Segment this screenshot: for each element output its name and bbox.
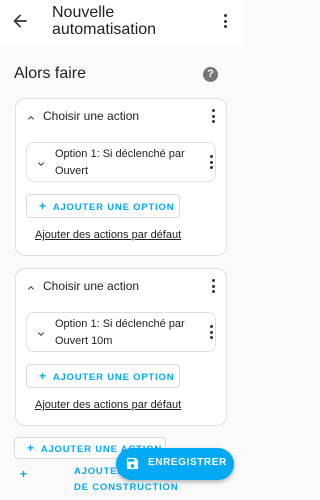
option-menu-icon[interactable] bbox=[205, 153, 217, 171]
chevron-up-icon[interactable] bbox=[25, 281, 37, 293]
plus-icon: + bbox=[39, 369, 47, 383]
back-arrow-icon[interactable] bbox=[10, 11, 30, 31]
plus-icon: + bbox=[20, 467, 28, 481]
chevron-down-icon[interactable] bbox=[35, 157, 47, 169]
content-save-icon bbox=[125, 456, 140, 471]
choose-action-card: Choisir une action Option 1: Si déclench… bbox=[15, 268, 227, 426]
card-title: Choisir une action bbox=[43, 279, 140, 293]
chevron-up-icon[interactable] bbox=[25, 111, 37, 123]
section-title: Alors faire bbox=[14, 65, 87, 82]
add-option-label: AJOUTER UNE OPTION bbox=[52, 202, 175, 213]
option-item[interactable]: Option 1: Si déclenché par Ouvert 10m bbox=[26, 312, 216, 352]
help-icon[interactable]: ? bbox=[203, 67, 218, 82]
card-menu-icon[interactable] bbox=[207, 277, 219, 295]
add-option-button[interactable]: + AJOUTER UNE OPTION bbox=[26, 194, 180, 218]
page-title: Nouvelle automatisation bbox=[52, 4, 157, 38]
option-label: Option 1: Si déclenché par Ouvert bbox=[55, 148, 185, 177]
save-label: ENREGISTRER bbox=[148, 457, 227, 468]
save-button[interactable]: ENREGISTRER bbox=[116, 448, 234, 480]
plus-icon: + bbox=[27, 441, 35, 455]
add-default-actions-link[interactable]: Ajouter des actions par défaut bbox=[35, 399, 181, 411]
card-header[interactable]: Choisir une action bbox=[16, 269, 226, 303]
add-default-actions-link[interactable]: Ajouter des actions par défaut bbox=[35, 229, 181, 241]
card-header[interactable]: Choisir une action bbox=[16, 99, 226, 133]
option-item[interactable]: Option 1: Si déclenché par Ouvert bbox=[26, 142, 216, 182]
chevron-down-icon[interactable] bbox=[35, 327, 47, 339]
card-title: Choisir une action bbox=[43, 109, 140, 123]
add-option-button[interactable]: + AJOUTER UNE OPTION bbox=[26, 364, 180, 388]
option-menu-icon[interactable] bbox=[205, 323, 217, 341]
app-bar: Nouvelle automatisation bbox=[0, 0, 244, 46]
option-label: Option 1: Si déclenché par Ouvert 10m bbox=[55, 318, 185, 347]
plus-icon: + bbox=[39, 199, 47, 213]
choose-action-card: Choisir une action Option 1: Si déclench… bbox=[15, 98, 227, 256]
card-menu-icon[interactable] bbox=[207, 107, 219, 125]
overflow-menu-icon[interactable] bbox=[219, 12, 231, 30]
add-option-label: AJOUTER UNE OPTION bbox=[52, 372, 175, 383]
